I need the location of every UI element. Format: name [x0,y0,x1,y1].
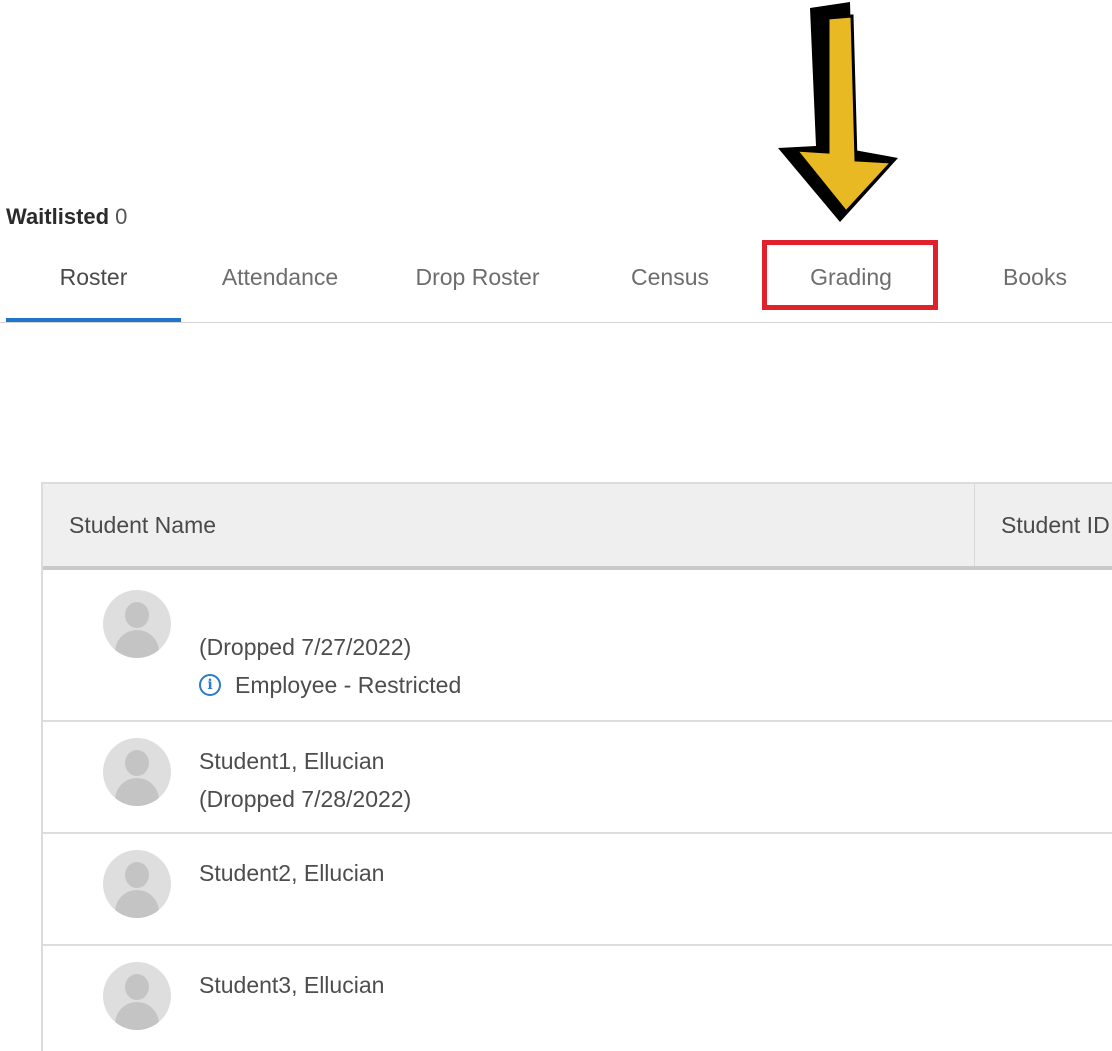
student-name[interactable]: Student3, Ellucian [199,966,384,1004]
student-cell: (Dropped 7/27/2022) i Employee - Restric… [199,628,461,704]
roster-page: Waitlisted 0 Roster Attendance Drop Roste… [0,0,1112,1051]
roster-tabs: Roster Attendance Drop Roster Census Gra… [0,246,1112,323]
tab-census[interactable]: Census [600,246,740,318]
tab-grading[interactable]: Grading [762,246,940,318]
student-cell: Student1, Ellucian (Dropped 7/28/2022) [199,742,411,818]
student-name[interactable]: Student2, Ellucian [199,854,384,892]
table-row[interactable]: Student3, Ellucian [43,946,1112,1051]
table-header: Student Name Student ID [43,484,1112,570]
table-row[interactable]: (Dropped 7/27/2022) i Employee - Restric… [43,570,1112,722]
tab-roster[interactable]: Roster [6,246,181,322]
user-avatar-icon [103,590,171,658]
info-icon[interactable]: i [199,674,221,696]
column-header-student-name[interactable]: Student Name [69,484,216,566]
down-arrow-icon [778,2,898,222]
student-name[interactable]: Student1, Ellucian [199,742,411,780]
tab-attendance[interactable]: Attendance [190,246,370,318]
user-avatar-icon [103,850,171,918]
waitlisted-count: 0 [115,204,128,229]
column-divider [974,484,975,566]
student-status: (Dropped 7/28/2022) [199,786,412,812]
student-flag-text: Employee - Restricted [235,672,462,698]
column-header-student-id[interactable]: Student ID [1001,484,1110,566]
student-status: (Dropped 7/27/2022) [199,634,412,660]
student-cell: Student3, Ellucian [199,966,384,1004]
waitlisted-label: Waitlisted [6,204,110,229]
user-avatar-icon [103,962,171,1030]
student-flag: i Employee - Restricted [199,666,461,704]
tab-drop-roster[interactable]: Drop Roster [385,246,570,318]
roster-table: Student Name Student ID (Dropped 7/27/20… [41,482,1112,1051]
user-avatar-icon [103,738,171,806]
tab-books[interactable]: Books [960,246,1110,318]
waitlisted-summary: Waitlisted 0 [6,204,127,230]
table-row[interactable]: Student2, Ellucian [43,834,1112,946]
table-row[interactable]: Student1, Ellucian (Dropped 7/28/2022) [43,722,1112,834]
student-cell: Student2, Ellucian [199,854,384,892]
